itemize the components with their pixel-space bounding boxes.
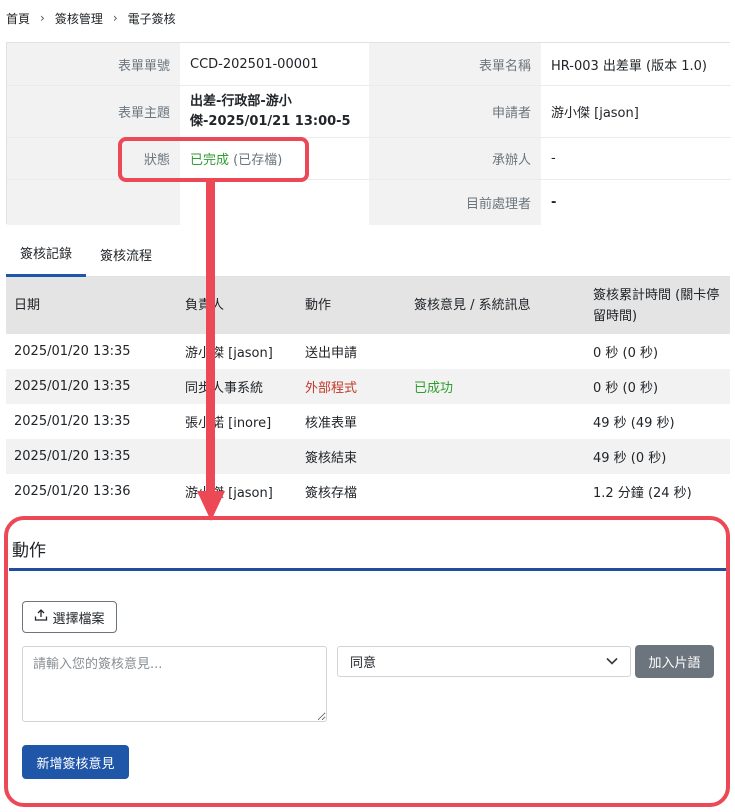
current-processor-value: - (541, 180, 731, 225)
cell-comment: 已成功 (406, 369, 585, 404)
col-action: 動作 (297, 277, 406, 334)
cell-comment (406, 404, 585, 439)
cell-date: 2025/01/20 13:35 (6, 334, 177, 369)
breadcrumb-home[interactable]: 首頁 (6, 10, 30, 27)
status-label: 狀態 (7, 138, 180, 180)
cell-time: 49 秒 (49 秒) (585, 404, 730, 439)
choose-file-label: 選擇檔案 (52, 611, 105, 627)
tab-bar: 簽核記錄 簽核流程 (6, 231, 730, 277)
breadcrumb-e-approval: 電子簽核 (127, 11, 176, 26)
tab-approval-records[interactable]: 簽核記錄 (6, 231, 87, 277)
current-processor-label: 目前處理者 (369, 180, 541, 225)
form-name-value: HR-003 出差單 (版本 1.0) (541, 43, 731, 86)
cell-date: 2025/01/20 13:36 (6, 474, 177, 509)
cell-comment (406, 474, 585, 509)
add-phrase-button[interactable]: 加入片語 (635, 645, 714, 678)
status-value: 已完成 (已存檔) (180, 138, 369, 180)
table-header-row: 日期 負責人 動作 簽核意見 / 系統訊息 簽核累計時間 (關卡停留時間) (6, 277, 730, 334)
empty-label-cell (7, 180, 180, 225)
cell-action: 送出申請 (297, 334, 406, 369)
col-person: 負責人 (177, 277, 297, 334)
table-row: 2025/01/20 13:35 張小諾 [inore] 核准表單 49 秒 (… (6, 404, 730, 439)
chevron-right-icon: › (40, 11, 45, 25)
breadcrumb-approval-management[interactable]: 簽核管理 (55, 10, 103, 27)
handler-label: 承辦人 (369, 138, 541, 180)
status-archived: (已存檔) (233, 153, 283, 168)
approval-records-table: 日期 負責人 動作 簽核意見 / 系統訊息 簽核累計時間 (關卡停留時間) 20… (6, 277, 730, 509)
subject-value: 出差-行政部-游小 傑-2025/01/21 13:00-5 (180, 86, 369, 138)
handler-value: - (541, 138, 731, 180)
subject-line-1: 出差-行政部-游小 (190, 93, 292, 109)
cell-time: 0 秒 (0 秒) (585, 369, 730, 404)
cell-date: 2025/01/20 13:35 (6, 404, 177, 439)
form-no-value: CCD-202501-00001 (180, 43, 369, 86)
cell-time: 0 秒 (0 秒) (585, 334, 730, 369)
chevron-right-icon: › (112, 11, 118, 25)
col-comment: 簽核意見 / 系統訊息 (406, 277, 585, 334)
form-no-label: 表單單號 (7, 43, 180, 86)
col-time: 簽核累計時間 (關卡停留時間) (585, 277, 730, 334)
subject-line-2: 傑-2025/01/21 13:00-5 (190, 113, 351, 129)
cell-action: 核准表單 (297, 404, 406, 439)
cell-comment (406, 439, 585, 474)
action-panel: 動作 選擇檔案 同意 加入片語 新增簽核意見 (6, 520, 730, 805)
cell-action: 簽核存檔 (297, 474, 406, 509)
add-comment-button[interactable]: 新增簽核意見 (22, 745, 129, 779)
cell-person: 張小諾 [inore] (177, 404, 297, 439)
form-info-panel: 表單單號 CCD-202501-00001 表單名稱 HR-003 出差單 (版… (6, 42, 731, 225)
status-badge: 已完成 (190, 153, 230, 168)
table-row: 2025/01/20 13:35 簽核結束 49 秒 (0 秒) (6, 439, 730, 474)
cell-person: 游小傑 [jason] (177, 474, 297, 509)
cell-person (177, 439, 297, 474)
upload-icon (34, 608, 48, 626)
empty-value-cell (180, 180, 369, 225)
tab-approval-flow[interactable]: 簽核流程 (86, 231, 166, 277)
col-date: 日期 (6, 277, 177, 334)
applicant-value: 游小傑 [jason] (541, 86, 731, 138)
cell-time: 1.2 分鐘 (24 秒) (585, 474, 730, 509)
breadcrumb: 首頁 › 簽核管理 › 電子簽核 (6, 9, 176, 27)
cell-time: 49 秒 (0 秒) (585, 439, 730, 474)
cell-person: 游小傑 [jason] (177, 334, 297, 369)
subject-label: 表單主題 (7, 86, 180, 138)
cell-date: 2025/01/20 13:35 (6, 439, 177, 474)
cell-action: 簽核結束 (297, 439, 406, 474)
title-divider (9, 568, 728, 571)
cell-comment (406, 334, 585, 369)
cell-person: 同步人事系統 (177, 369, 297, 404)
decision-select-value: 同意 (350, 656, 377, 671)
action-panel-title: 動作 (12, 541, 46, 561)
table-row: 2025/01/20 13:35 同步人事系統 外部程式 已成功 0 秒 (0 … (6, 369, 730, 404)
form-name-label: 表單名稱 (369, 43, 541, 86)
cell-action: 外部程式 (297, 369, 406, 404)
applicant-label: 申請者 (369, 86, 541, 138)
table-row: 2025/01/20 13:35 游小傑 [jason] 送出申請 0 秒 (0… (6, 334, 730, 369)
table-row: 2025/01/20 13:36 游小傑 [jason] 簽核存檔 1.2 分鐘… (6, 474, 730, 509)
comment-input[interactable] (22, 646, 327, 722)
choose-file-button[interactable]: 選擇檔案 (22, 601, 117, 633)
cell-date: 2025/01/20 13:35 (6, 369, 177, 404)
decision-select[interactable]: 同意 (337, 646, 631, 677)
chevron-down-icon (606, 654, 618, 669)
